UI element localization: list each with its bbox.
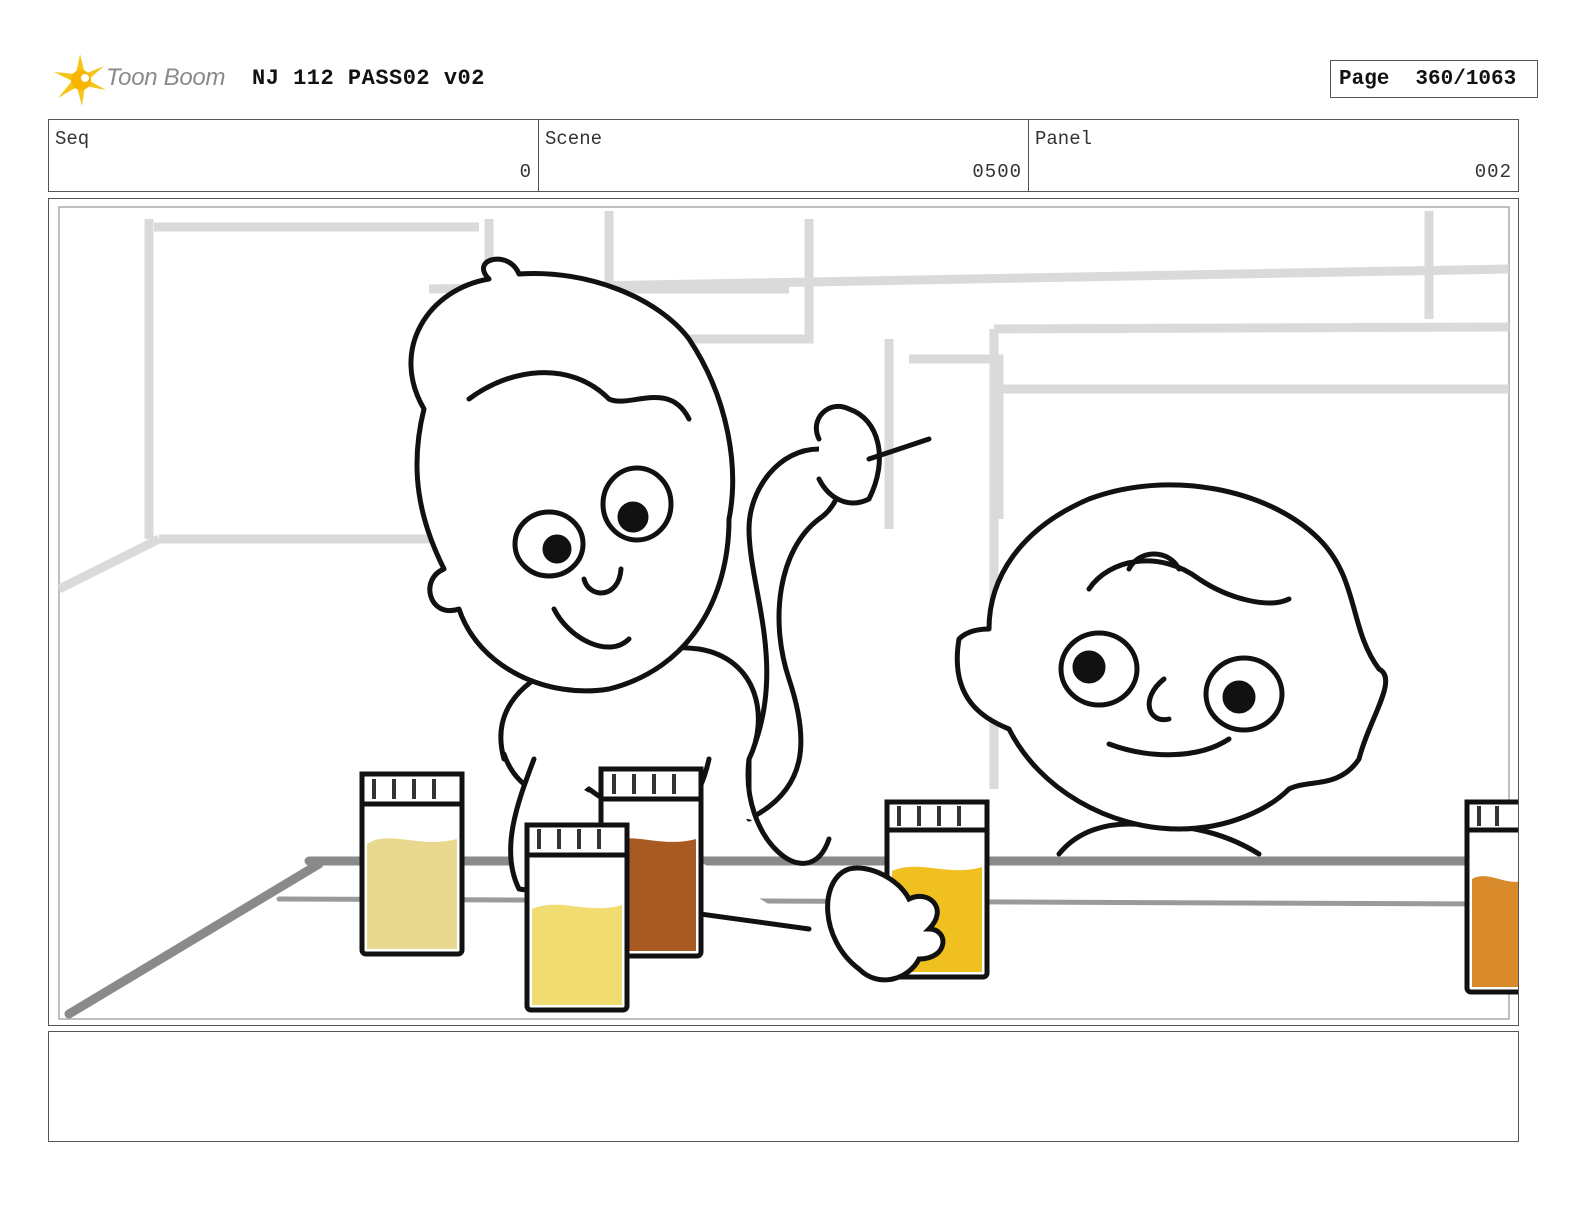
girl-character: [954, 482, 1389, 857]
page-label: Page: [1339, 67, 1390, 91]
scene-value: 0500: [972, 161, 1022, 183]
scene-label: Scene: [545, 128, 603, 150]
panel-value: 002: [1474, 161, 1512, 183]
storyboard-header: Toon Boom NJ 112 PASS02 v02 Page 360/106…: [48, 52, 1538, 108]
logo-text: Toon Boom: [106, 64, 226, 91]
seq-value: 0: [519, 161, 532, 183]
page-value: 360/1063: [1415, 67, 1517, 91]
jar-3: [524, 822, 630, 1013]
jar-4: [825, 799, 990, 983]
shot-info-row: Seq 0 Scene 0500 Panel 002: [48, 119, 1519, 192]
seq-cell: Seq 0: [49, 120, 539, 191]
jar-1: [359, 771, 465, 957]
jar-5: [1464, 799, 1518, 995]
page-counter: Page 360/1063: [1330, 60, 1538, 98]
panel-notes-box: [48, 1031, 1519, 1142]
table: [64, 856, 1514, 1019]
scene-cell: Scene 0500: [539, 120, 1029, 191]
toon-boom-logo: Toon Boom: [52, 52, 242, 108]
panel-drawing: [56, 206, 1518, 1020]
panel-cell: Panel 002: [1029, 120, 1518, 191]
document-title: NJ 112 PASS02 v02: [252, 66, 485, 91]
star-burst-icon: [54, 54, 106, 106]
storyboard-panel: [48, 198, 1519, 1026]
seq-label: Seq: [55, 128, 90, 150]
panel-label: Panel: [1035, 128, 1093, 150]
